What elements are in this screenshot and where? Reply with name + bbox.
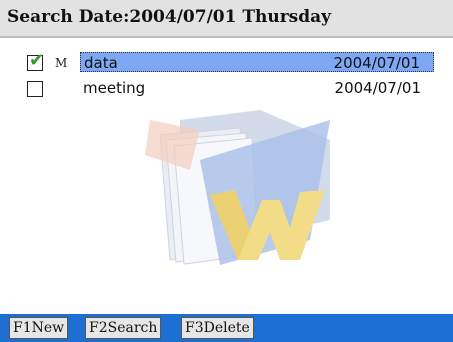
item-entry[interactable]: data 2004/07/01 [80,52,434,72]
page-title: Search Date:2004/07/01 Thursday [7,7,332,27]
item-name: meeting [83,79,146,97]
item-checkbox[interactable] [27,81,43,97]
item-checkbox[interactable]: ✔ [27,50,45,71]
checkmark-icon: ✔ [29,50,45,71]
list-item[interactable]: meeting 2004/07/01 [0,78,453,100]
title-bar: Search Date:2004/07/01 Thursday [0,0,453,38]
item-entry[interactable]: meeting 2004/07/01 [80,78,434,98]
f1-new-button[interactable]: F1New [9,317,69,339]
list-item[interactable]: ✔ M data 2004/07/01 [0,52,453,74]
softkey-bar: F1New F2Search F3Delete [0,314,453,342]
memo-flag: M [55,56,68,70]
item-date: 2004/07/01 [333,54,420,72]
folder-w-logo-icon [145,110,330,265]
item-date: 2004/07/01 [334,79,421,97]
f2-search-button[interactable]: F2Search [85,317,162,339]
search-results-screen: Search Date:2004/07/01 Thursday ✔ M data… [0,0,453,342]
item-name: data [84,54,118,72]
f3-delete-button[interactable]: F3Delete [181,317,254,339]
